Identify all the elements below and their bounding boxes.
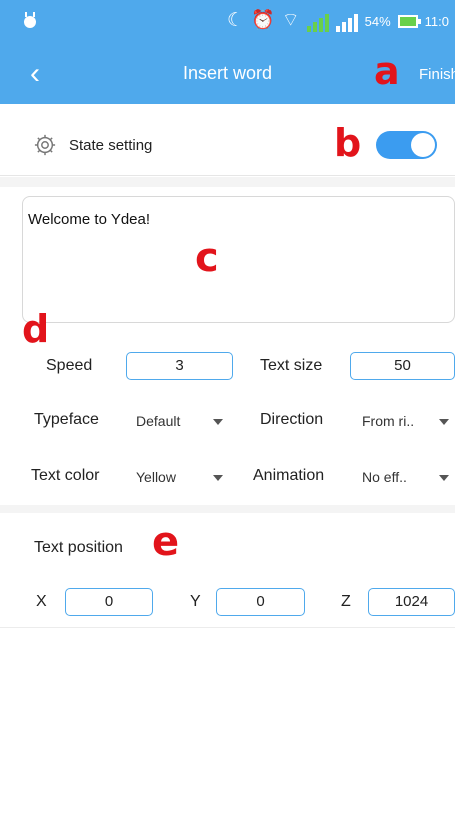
z-label: Z (341, 593, 351, 610)
wifi-icon: ⌔ (281, 10, 300, 31)
animation-select[interactable]: No eff.. (362, 469, 407, 485)
signal-icon-2 (335, 10, 358, 32)
alarm-icon: ⏰ (251, 10, 275, 31)
gear-icon (34, 134, 56, 156)
section-divider (0, 177, 455, 187)
position-row: X 0 Y 0 Z 1024 (0, 583, 455, 623)
typeface-dropdown-icon[interactable] (213, 419, 223, 425)
toggle-knob (411, 133, 435, 157)
speed-size-row: Speed 3 Text size 50 (0, 347, 455, 387)
text-size-label: Text size (260, 357, 323, 374)
animation-label: Animation (253, 467, 325, 484)
z-input[interactable]: 1024 (368, 588, 455, 616)
text-color-select[interactable]: Yellow (136, 469, 176, 485)
direction-select[interactable]: From ri.. (362, 413, 414, 429)
text-input[interactable]: Welcome to Ydea! (22, 196, 455, 323)
direction-label: Direction (260, 411, 324, 428)
moon-icon: ☾ (227, 10, 245, 31)
battery-percent: 54% (364, 13, 391, 29)
marker-b: b (334, 121, 362, 165)
text-size-input[interactable]: 50 (350, 352, 455, 380)
typeface-label: Typeface (34, 411, 99, 428)
typeface-direction-row: Typeface Default Direction From ri.. (0, 401, 455, 441)
section-divider-2 (0, 505, 455, 513)
status-icons: ☾ ⏰ ⌔ 54% 11:0 (227, 10, 449, 32)
empty-area (0, 627, 455, 819)
marker-a: a (374, 49, 400, 93)
signal-icon (306, 10, 329, 32)
state-toggle[interactable] (376, 131, 437, 159)
color-animation-row: Text color Yellow Animation No eff.. (0, 457, 455, 497)
y-label: Y (190, 593, 201, 610)
x-label: X (36, 593, 47, 610)
marker-e: e (152, 519, 180, 565)
marker-c: c (195, 235, 219, 281)
text-color-dropdown-icon[interactable] (213, 475, 223, 481)
state-setting-label: State setting (69, 137, 153, 154)
typeface-select[interactable]: Default (136, 413, 180, 429)
x-input[interactable]: 0 (65, 588, 153, 616)
state-setting-row: State setting (0, 118, 455, 176)
direction-dropdown-icon[interactable] (439, 419, 449, 425)
animation-dropdown-icon[interactable] (439, 475, 449, 481)
speed-label: Speed (46, 357, 93, 374)
y-input[interactable]: 0 (216, 588, 305, 616)
speed-input[interactable]: 3 (126, 352, 233, 380)
text-color-label: Text color (31, 467, 100, 484)
debug-icon (24, 12, 36, 28)
battery-icon (397, 14, 421, 28)
finish-button[interactable]: Finish (419, 66, 455, 83)
text-position-title: Text position (34, 539, 123, 556)
status-bar: ☾ ⏰ ⌔ 54% 11:0 (0, 0, 455, 45)
clock: 11:0 (424, 13, 449, 29)
marker-d: d (22, 307, 50, 351)
